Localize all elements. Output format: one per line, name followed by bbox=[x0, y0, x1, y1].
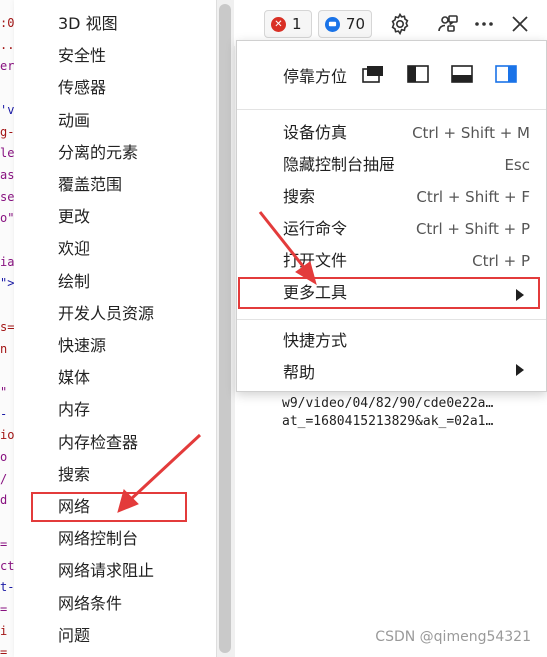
dock-bottom-icon[interactable] bbox=[451, 65, 473, 83]
code-fragment: se bbox=[0, 189, 15, 204]
submenu-item[interactable]: 内存检查器 bbox=[58, 427, 138, 459]
code-fragment: o bbox=[0, 450, 8, 464]
menu-item-shortcut: Ctrl + P bbox=[472, 252, 530, 270]
submenu-item[interactable]: 开发人员资源 bbox=[58, 298, 154, 330]
code-fragment: s= bbox=[0, 319, 15, 334]
close-icon[interactable] bbox=[506, 10, 534, 38]
code-fragment: "> bbox=[0, 276, 15, 291]
submenu-item[interactable]: 问题 bbox=[58, 620, 90, 652]
code-fragment: er bbox=[0, 59, 15, 74]
code-fragment: ia bbox=[0, 254, 15, 269]
submenu-item[interactable]: 网络请求阻止 bbox=[58, 555, 154, 587]
dock-side-label: 停靠方位 bbox=[283, 67, 348, 86]
submenu-item[interactable]: 绘制 bbox=[58, 266, 90, 298]
menu-item[interactable]: 打开文件 bbox=[283, 245, 347, 277]
submenu-item[interactable]: 快速源 bbox=[58, 330, 106, 362]
menu-item[interactable]: 运行命令 bbox=[283, 213, 347, 245]
more-tools-submenu-arrow-icon bbox=[516, 289, 524, 301]
settings-gear-icon[interactable] bbox=[386, 10, 414, 38]
menu-item[interactable]: 设备仿真 bbox=[283, 117, 347, 149]
code-fragment: :0 bbox=[0, 16, 15, 30]
menu-item[interactable]: 快捷方式 bbox=[283, 325, 347, 357]
code-fragment: - bbox=[0, 406, 8, 421]
menu-item[interactable]: 帮助 bbox=[283, 357, 315, 389]
devtools-main-menu: 停靠方位 设备仿真 Ctrl + Shift + M 隐藏控制台抽屉 Esc 搜索 Ctr… bbox=[236, 40, 547, 392]
submenu-scrollbar-thumb[interactable] bbox=[219, 4, 231, 653]
code-fragment: .. bbox=[0, 37, 15, 52]
network-highlight-box bbox=[31, 492, 187, 522]
output-line: at_=1680415213829&ak_=02a1… bbox=[282, 414, 494, 429]
feedback-icon[interactable] bbox=[434, 10, 462, 38]
code-fragment: / bbox=[0, 471, 8, 486]
menu-item-shortcut: Esc bbox=[504, 156, 530, 174]
menu-separator bbox=[237, 319, 546, 320]
menu-separator bbox=[237, 109, 546, 110]
messages-badge[interactable]: 70 bbox=[318, 10, 372, 38]
code-fragment: = bbox=[0, 645, 8, 657]
dock-right-icon[interactable] bbox=[495, 65, 517, 83]
submenu-item[interactable]: 3D 视图 bbox=[58, 8, 118, 40]
dock-undocked-icon[interactable] bbox=[362, 65, 384, 83]
submenu-item[interactable]: 传感器 bbox=[58, 72, 106, 104]
more-tools-submenu: 3D 视图 安全性 传感器 动画 分离的元素 覆盖范围 更改 欢迎 绘制 开发人员资源 快速源 媒体内… bbox=[14, 0, 216, 657]
submenu-item[interactable]: 更改 bbox=[58, 201, 90, 233]
submenu-item[interactable]: 安全性 bbox=[58, 40, 106, 72]
code-strip: :0.. er 'v g-le as se o" ia "> s= n " - io o / d = ct t- = i = bbox=[0, 0, 15, 657]
more-tools-highlight-box bbox=[238, 277, 540, 309]
error-icon: ✕ bbox=[271, 16, 286, 32]
code-fragment: d bbox=[0, 493, 8, 508]
watermark: CSDN @qimeng54321 bbox=[375, 629, 531, 645]
menu-item-shortcut: Ctrl + Shift + P bbox=[415, 220, 530, 238]
code-fragment: 'v bbox=[0, 102, 15, 117]
code-fragment: = bbox=[0, 536, 8, 551]
errors-badge[interactable]: ✕ 1 bbox=[264, 10, 312, 38]
submenu-item[interactable]: 内存 bbox=[58, 394, 90, 426]
submenu-item[interactable]: 动画 bbox=[58, 105, 90, 137]
submenu-item[interactable]: 网络控制台 bbox=[58, 523, 138, 555]
code-fragment: g- bbox=[0, 124, 15, 139]
message-icon bbox=[325, 16, 340, 32]
submenu-item[interactable]: 网络条件 bbox=[58, 588, 122, 620]
code-fragment: " bbox=[0, 384, 8, 399]
code-fragment: as bbox=[0, 167, 15, 182]
code-fragment: i bbox=[0, 623, 8, 638]
messages-count: 70 bbox=[345, 15, 365, 33]
submenu-item[interactable]: 覆盖范围 bbox=[58, 169, 122, 201]
more-options-icon[interactable] bbox=[470, 10, 498, 38]
code-fragment: o" bbox=[0, 211, 15, 226]
dock-left-icon[interactable] bbox=[407, 65, 429, 83]
code-fragment: io bbox=[0, 428, 15, 443]
menu-item[interactable]: 搜索 bbox=[283, 181, 315, 213]
submenu-item[interactable]: 分离的元素 bbox=[58, 137, 138, 169]
menu-item[interactable]: 隐藏控制台抽屉 bbox=[283, 149, 395, 181]
help-submenu-arrow-icon bbox=[516, 364, 524, 376]
code-fragment: t- bbox=[0, 580, 15, 595]
menu-item-shortcut: Ctrl + Shift + F bbox=[416, 188, 530, 206]
code-fragment: = bbox=[0, 601, 8, 616]
output-line: w9/video/04/82/90/cde0e22a… bbox=[282, 396, 494, 411]
code-fragment: le bbox=[0, 146, 15, 161]
code-fragment: n bbox=[0, 341, 8, 356]
code-fragment: ct bbox=[0, 558, 15, 573]
submenu-item[interactable]: 欢迎 bbox=[58, 233, 90, 265]
submenu-item[interactable]: 搜索 bbox=[58, 459, 90, 491]
errors-count: 1 bbox=[292, 15, 302, 33]
menu-item-shortcut: Ctrl + Shift + M bbox=[412, 124, 530, 142]
submenu-item[interactable]: 媒体 bbox=[58, 362, 90, 394]
